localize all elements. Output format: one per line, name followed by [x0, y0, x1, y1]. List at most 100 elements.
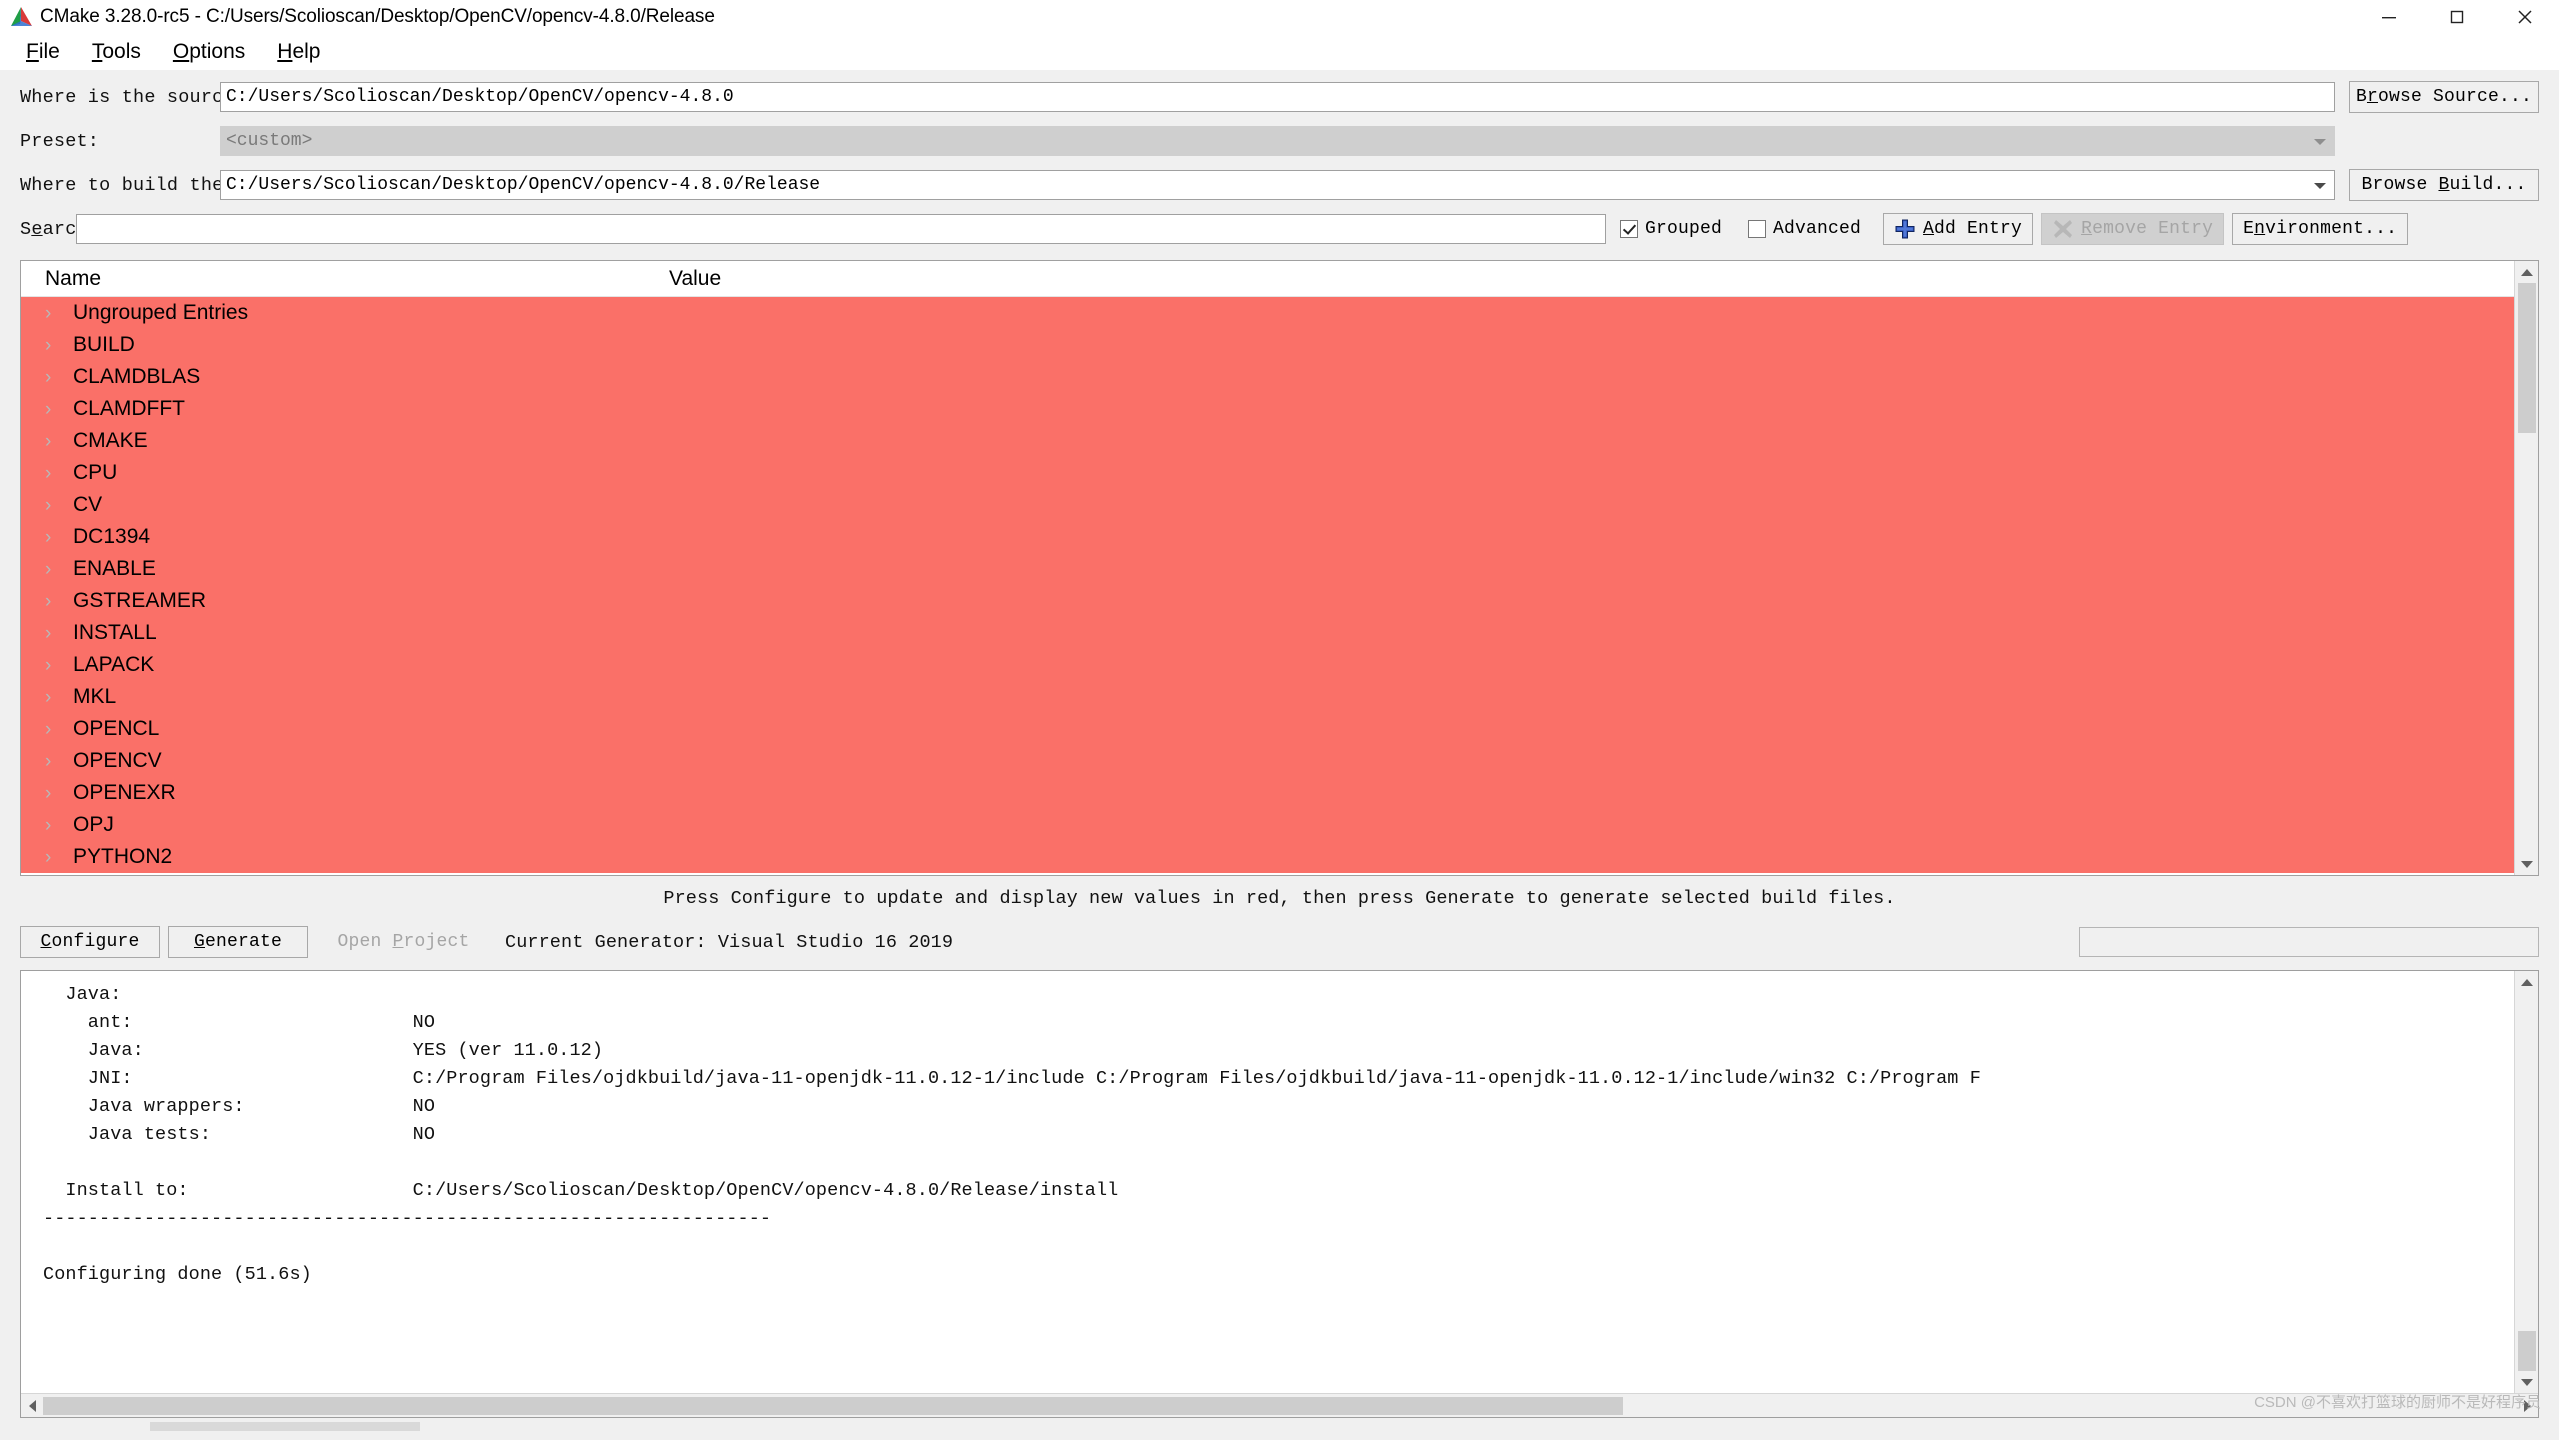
menu-help[interactable]: Help: [261, 37, 336, 67]
cache-row[interactable]: › OPENEXR: [21, 777, 2514, 809]
chevron-right-icon[interactable]: ›: [45, 752, 69, 771]
output-hscroll-track[interactable]: [43, 1394, 2516, 1418]
binaries-input[interactable]: C:/Users/Scolioscan/Desktop/OpenCV/openc…: [220, 170, 2335, 200]
cache-row[interactable]: › GSTREAMER: [21, 585, 2514, 617]
cache-row[interactable]: › INSTALL: [21, 617, 2514, 649]
binaries-value: C:/Users/Scolioscan/Desktop/OpenCV/openc…: [226, 175, 821, 195]
chevron-right-icon[interactable]: ›: [45, 656, 69, 675]
configure-button[interactable]: Configure: [20, 926, 160, 958]
chevron-right-icon[interactable]: ›: [45, 336, 69, 355]
cache-row[interactable]: › MKL: [21, 681, 2514, 713]
menu-tools-rest: ools: [102, 40, 141, 63]
action-bar: Configure Generate Open Project Current …: [0, 920, 2559, 964]
maximize-button[interactable]: [2423, 0, 2491, 34]
cache-row[interactable]: › Ungrouped Entries: [21, 297, 2514, 329]
cache-row-name: CV: [73, 493, 103, 516]
chevron-right-icon[interactable]: ›: [45, 560, 69, 579]
cache-row[interactable]: › BUILD: [21, 329, 2514, 361]
cache-scroll-track[interactable]: [2514, 283, 2538, 853]
scroll-up-button[interactable]: [2514, 261, 2538, 283]
add-entry-button[interactable]: Add Entry: [1883, 213, 2034, 245]
column-header-value[interactable]: Value: [661, 267, 2514, 291]
path-form: Where is the source code: C:/Users/Scoli…: [0, 70, 2559, 254]
output-hscroll-thumb[interactable]: [43, 1396, 1623, 1415]
cache-row[interactable]: › PYTHON2: [21, 841, 2514, 873]
cache-row[interactable]: › CLAMDBLAS: [21, 361, 2514, 393]
minimize-button[interactable]: [2355, 0, 2423, 34]
open-project-button[interactable]: Open Project: [316, 926, 491, 958]
chevron-right-icon[interactable]: ›: [45, 304, 69, 323]
cache-row[interactable]: › ENABLE: [21, 553, 2514, 585]
configure-label: Configure: [40, 932, 140, 952]
title-bar: CMake 3.28.0-rc5 - C:/Users/Scolioscan/D…: [0, 0, 2559, 34]
chevron-right-icon[interactable]: ›: [45, 496, 69, 515]
cache-entries-list[interactable]: Name Value › Ungrouped Entries › BUILD › CLAM…: [21, 261, 2514, 875]
browse-build-button[interactable]: Browse Build...: [2349, 169, 2539, 201]
cache-row[interactable]: › OPENCV: [21, 745, 2514, 777]
cmake-gui-window: CMake 3.28.0-rc5 - C:/Users/Scolioscan/D…: [0, 0, 2559, 1440]
output-horizontal-scrollbar[interactable]: [21, 1393, 2538, 1417]
search-input[interactable]: [76, 214, 1606, 244]
cache-row[interactable]: › CMAKE: [21, 425, 2514, 457]
cache-row[interactable]: › OPENCL: [21, 713, 2514, 745]
output-scroll-thumb[interactable]: [2517, 1331, 2536, 1371]
chevron-right-icon[interactable]: ›: [45, 624, 69, 643]
output-scroll-down-button[interactable]: [2514, 1371, 2538, 1393]
search-label: Search:: [20, 218, 100, 240]
output-log-text[interactable]: Java: ant: NO Java: YES (ver 11.0.12) JN…: [21, 971, 2514, 1393]
cache-row-name: GSTREAMER: [73, 589, 207, 612]
cache-row-name: ENABLE: [73, 557, 156, 580]
plus-icon: [1894, 218, 1916, 240]
close-button[interactable]: [2491, 0, 2559, 34]
source-input[interactable]: C:/Users/Scolioscan/Desktop/OpenCV/openc…: [220, 82, 2335, 112]
chevron-right-icon[interactable]: ›: [45, 848, 69, 867]
output-scroll-up-button[interactable]: [2514, 971, 2538, 993]
chevron-right-icon[interactable]: ›: [45, 592, 69, 611]
cache-scroll-thumb[interactable]: [2517, 283, 2536, 433]
cache-row-name: CLAMDBLAS: [73, 365, 201, 388]
preset-combobox[interactable]: <custom>: [220, 126, 2335, 156]
chevron-right-icon[interactable]: ›: [45, 432, 69, 451]
chevron-down-icon: [2314, 183, 2326, 189]
chevron-right-icon[interactable]: ›: [45, 720, 69, 739]
preset-row: Preset: <custom>: [20, 122, 2539, 160]
output-scroll-track[interactable]: [2514, 993, 2538, 1371]
chevron-right-icon[interactable]: ›: [45, 368, 69, 387]
chevron-right-icon[interactable]: ›: [45, 528, 69, 547]
cache-row-name: PYTHON2: [73, 845, 173, 868]
open-project-label: Open Project: [337, 932, 470, 952]
cache-vertical-scrollbar[interactable]: [2514, 261, 2538, 875]
chevron-right-icon[interactable]: ›: [45, 400, 69, 419]
source-label: Where is the source code:: [20, 86, 303, 108]
environment-button[interactable]: Environment...: [2232, 213, 2409, 245]
remove-entry-button[interactable]: Remove Entry: [2041, 213, 2225, 245]
cache-row[interactable]: › CV: [21, 489, 2514, 521]
generate-button[interactable]: Generate: [168, 926, 308, 958]
cache-row[interactable]: › DC1394: [21, 521, 2514, 553]
chevron-right-icon[interactable]: ›: [45, 816, 69, 835]
cache-row[interactable]: › CLAMDFFT: [21, 393, 2514, 425]
output-vertical-scrollbar[interactable]: [2514, 971, 2538, 1393]
cache-row[interactable]: › OPJ: [21, 809, 2514, 841]
advanced-checkbox[interactable]: Advanced: [1748, 219, 1861, 239]
menu-file[interactable]: File: [10, 37, 76, 67]
menu-options[interactable]: Options: [157, 37, 261, 67]
chevron-down-icon: [2314, 139, 2326, 145]
cache-row-container: › Ungrouped Entries › BUILD › CLAMDBLAS › CLAMD…: [21, 297, 2514, 873]
chevron-down-icon: [2520, 1378, 2533, 1386]
binaries-label: Where to build the binaries:: [20, 174, 337, 196]
menu-tools[interactable]: Tools: [76, 37, 157, 67]
add-entry-label: Add Entry: [1923, 219, 2023, 239]
chevron-right-icon[interactable]: ›: [45, 464, 69, 483]
preset-value: <custom>: [226, 131, 313, 151]
column-header-name[interactable]: Name: [21, 267, 661, 291]
window-title: CMake 3.28.0-rc5 - C:/Users/Scolioscan/D…: [40, 5, 715, 27]
chevron-right-icon[interactable]: ›: [45, 784, 69, 803]
scroll-down-button[interactable]: [2514, 853, 2538, 875]
chevron-right-icon[interactable]: ›: [45, 688, 69, 707]
cache-row[interactable]: › CPU: [21, 457, 2514, 489]
browse-source-button[interactable]: Browse Source...: [2349, 81, 2539, 113]
output-scroll-left-button[interactable]: [21, 1394, 43, 1418]
cache-row[interactable]: › LAPACK: [21, 649, 2514, 681]
grouped-checkbox[interactable]: Grouped: [1620, 219, 1722, 239]
